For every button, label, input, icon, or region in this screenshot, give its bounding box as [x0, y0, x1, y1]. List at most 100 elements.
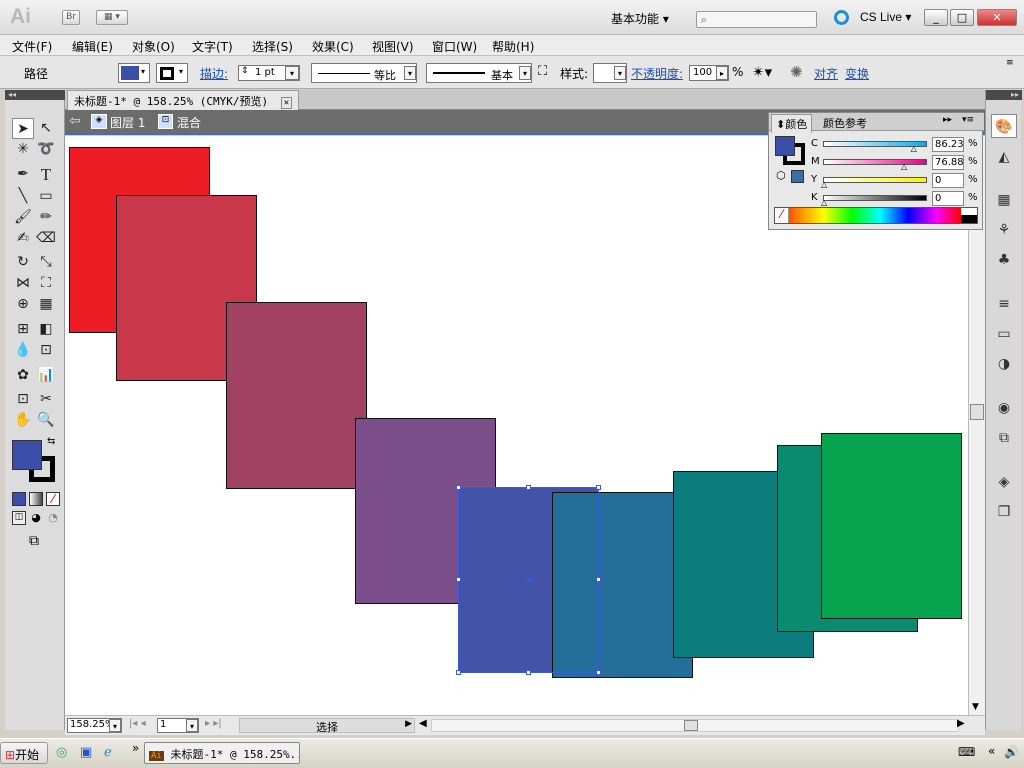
- shape-builder-tool-icon[interactable]: ⊕: [12, 294, 34, 315]
- resize-handle-bl[interactable]: [456, 670, 461, 675]
- resize-handle-t[interactable]: [526, 485, 531, 490]
- free-transform-tool-icon[interactable]: ⛶: [35, 273, 57, 294]
- blend-square-8[interactable]: [821, 433, 962, 619]
- scroll-right-icon[interactable]: ▶: [957, 718, 965, 729]
- tab-color[interactable]: ⬍颜色: [771, 114, 813, 133]
- pencil-tool-icon[interactable]: ✏: [35, 207, 57, 228]
- first-artboard-icon[interactable]: |◂ ◂: [129, 718, 146, 729]
- menu-view[interactable]: 视图(V): [372, 38, 414, 55]
- stroke-panel-link[interactable]: 描边:: [200, 65, 228, 82]
- channel-value-k[interactable]: 0: [932, 191, 964, 206]
- type-tool-icon[interactable]: T: [35, 164, 57, 185]
- channel-slider-m[interactable]: [823, 159, 927, 165]
- settings-gear-icon[interactable]: ✺: [790, 63, 803, 81]
- blend-square-2[interactable]: [226, 302, 367, 489]
- selection-tool-icon[interactable]: ➤: [12, 118, 34, 139]
- gamut-swatch[interactable]: [791, 170, 804, 183]
- current-tool-status[interactable]: 选择 ▶: [239, 718, 415, 734]
- blend-name[interactable]: 混合: [177, 114, 201, 131]
- color-mode-icon[interactable]: [12, 492, 26, 506]
- opacity-field[interactable]: 100 ▸: [689, 65, 729, 81]
- zoom-tool-icon[interactable]: 🔍: [35, 410, 57, 431]
- menu-window[interactable]: 窗口(W): [432, 38, 477, 55]
- layers-icon[interactable]: ◈: [991, 470, 1017, 494]
- cs-live-icon[interactable]: [834, 10, 849, 25]
- color-spectrum-bar[interactable]: ⁄: [774, 207, 978, 224]
- line-tool-icon[interactable]: ╲: [12, 186, 34, 207]
- menu-edit[interactable]: 编辑(E): [72, 38, 113, 55]
- back-arrow-icon[interactable]: ⇦: [69, 113, 81, 129]
- keyboard-icon[interactable]: ⌨: [958, 745, 975, 759]
- slice-tool-icon[interactable]: ✂: [35, 389, 57, 410]
- stroke-icon[interactable]: ≡: [991, 292, 1017, 316]
- scroll-left-icon[interactable]: ◀: [419, 718, 427, 729]
- swap-colors-icon[interactable]: ⇆: [47, 436, 55, 447]
- opacity-panel-link[interactable]: 不透明度:: [631, 65, 683, 82]
- horizontal-scrollbar[interactable]: [431, 719, 959, 732]
- arrange-documents-button[interactable]: ▦ ▾: [96, 10, 128, 25]
- pen-tool-icon[interactable]: ✒: [12, 164, 34, 185]
- bridge-button[interactable]: Br: [62, 10, 80, 25]
- chrome-icon[interactable]: ◎: [56, 745, 67, 760]
- channel-slider-y[interactable]: [823, 177, 927, 183]
- resize-handle-tl[interactable]: [456, 485, 461, 490]
- document-tab[interactable]: 未标题-1* @ 158.25% (CMYK/预览) ✕: [67, 90, 300, 110]
- channel-value-c[interactable]: 86.23: [932, 137, 964, 152]
- graphic-styles-icon[interactable]: ⧉: [991, 426, 1017, 450]
- resize-handle-r[interactable]: [596, 577, 601, 582]
- out-of-gamut-icon[interactable]: ⬡: [776, 169, 786, 182]
- start-button[interactable]: ⊞开始: [0, 742, 48, 764]
- color-guide-icon[interactable]: ◭: [991, 145, 1017, 169]
- volume-icon[interactable]: 🔊: [1004, 745, 1019, 759]
- artboard-number-field[interactable]: 1 ▾: [157, 718, 199, 733]
- search-input[interactable]: ⌕: [696, 11, 817, 28]
- magic-wand-tool-icon[interactable]: ✳: [12, 139, 34, 160]
- mesh-tool-icon[interactable]: ⊞: [12, 319, 34, 340]
- resize-handle-tr[interactable]: [596, 485, 601, 490]
- collapse-icon[interactable]: ◂◂: [5, 90, 65, 100]
- blend-square-5[interactable]: [552, 492, 693, 678]
- variable-width-profile[interactable]: 等比 ▾: [311, 63, 417, 83]
- menu-object[interactable]: 对象(O): [132, 38, 175, 55]
- expand-icon[interactable]: ▸▸: [986, 90, 1022, 100]
- layer-name[interactable]: 图层 1: [110, 114, 145, 131]
- artboards-icon[interactable]: ❐: [991, 500, 1017, 524]
- draw-behind-icon[interactable]: ◕: [29, 511, 43, 525]
- scroll-thumb[interactable]: [970, 404, 984, 420]
- menu-select[interactable]: 选择(S): [252, 38, 293, 55]
- perspective-grid-tool-icon[interactable]: ▦: [35, 294, 57, 315]
- slider-thumb-icon[interactable]: △: [901, 163, 907, 171]
- transform-link[interactable]: 变换: [845, 65, 869, 82]
- screen-mode-icon[interactable]: ⧉: [21, 533, 47, 549]
- channel-value-y[interactable]: 0: [932, 173, 964, 188]
- stroke-swatch-dropdown[interactable]: ▾: [156, 63, 188, 83]
- collapse-panel-icon[interactable]: ▸▸: [943, 115, 952, 125]
- lasso-tool-icon[interactable]: ➰: [35, 139, 57, 160]
- hand-tool-icon[interactable]: ✋: [12, 410, 34, 431]
- draw-inside-icon[interactable]: ◔: [46, 511, 60, 525]
- symbol-sprayer-tool-icon[interactable]: ✿: [12, 365, 34, 386]
- column-graph-tool-icon[interactable]: 📊: [35, 365, 57, 386]
- hscroll-thumb[interactable]: [684, 720, 698, 731]
- fill-indicator[interactable]: [775, 136, 795, 156]
- resize-handle-l[interactable]: [456, 577, 461, 582]
- direct-selection-tool-icon[interactable]: ↖: [35, 118, 57, 139]
- close-button[interactable]: ✕: [977, 9, 1017, 26]
- last-artboard-icon[interactable]: ▸ ▸|: [205, 718, 222, 729]
- align-link[interactable]: 对齐: [814, 65, 838, 82]
- gradient-icon[interactable]: ▭: [991, 322, 1017, 346]
- symbols-icon[interactable]: ♣: [991, 248, 1017, 272]
- menu-file[interactable]: 文件(F): [12, 38, 52, 55]
- restore-button[interactable]: □: [950, 9, 974, 26]
- scale-tool-icon[interactable]: ⤡: [35, 252, 57, 273]
- close-tab-icon[interactable]: ✕: [280, 97, 293, 109]
- eraser-tool-icon[interactable]: ⌫: [35, 228, 57, 249]
- stroke-weight-field[interactable]: ⇕ 1 pt ▾: [238, 65, 300, 81]
- zoom-field[interactable]: 158.25% ▾: [67, 718, 122, 733]
- none-swatch-icon[interactable]: ⁄: [775, 208, 789, 223]
- taskbar-illustrator-item[interactable]: Ai 未标题-1* @ 158.25%...: [144, 742, 300, 764]
- channel-slider-k[interactable]: [823, 195, 927, 201]
- cs-live-menu[interactable]: CS Live ▾: [860, 10, 911, 24]
- more-icon[interactable]: »: [132, 741, 139, 755]
- resize-handle-b[interactable]: [526, 670, 531, 675]
